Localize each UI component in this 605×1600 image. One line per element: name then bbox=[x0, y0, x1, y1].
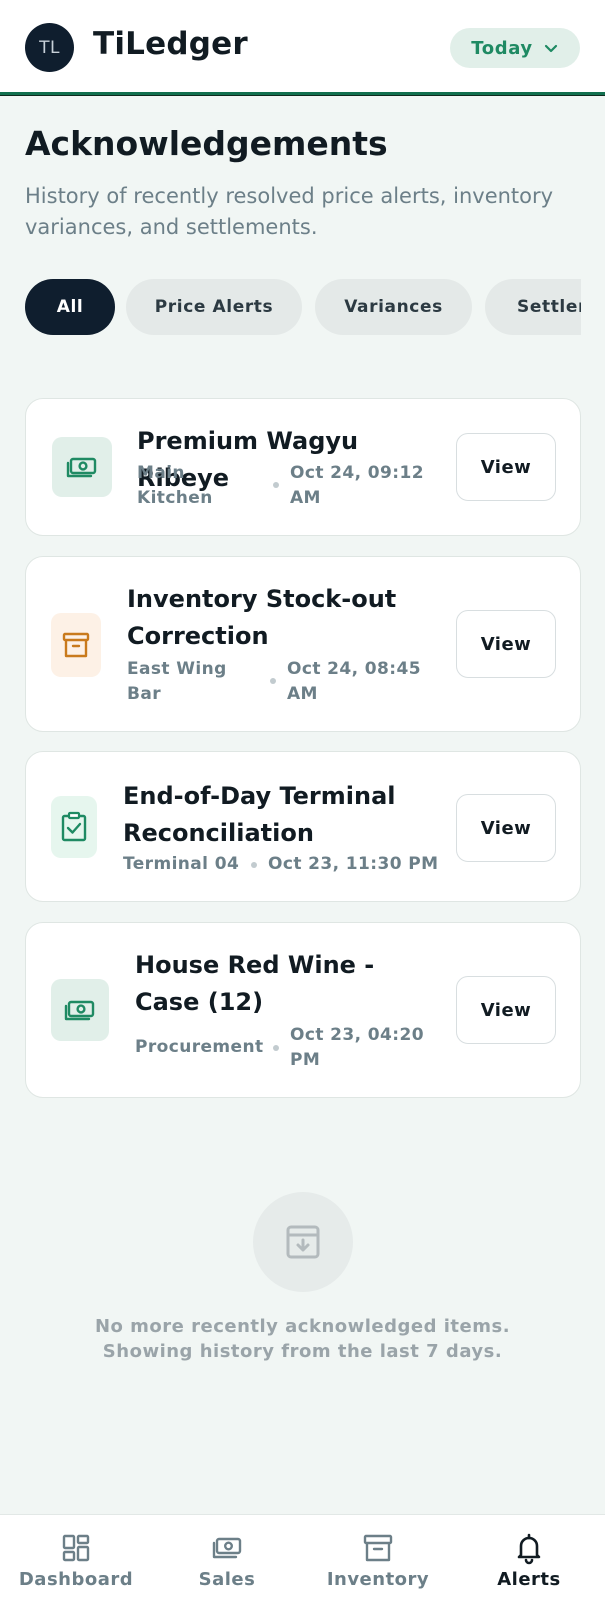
avatar[interactable]: TL bbox=[25, 23, 74, 72]
app-title: TiLedger bbox=[93, 26, 248, 62]
acknowledgement-card: Premium Wagyu Ribeye Main Kitchen Oct 24… bbox=[25, 398, 581, 536]
nav-item-alerts[interactable]: Alerts bbox=[479, 1515, 579, 1600]
nav-item-dashboard[interactable]: Dashboard bbox=[16, 1515, 136, 1600]
app-header: TL TiLedger Today bbox=[0, 0, 605, 96]
separator-dot bbox=[251, 862, 257, 868]
archive-box-icon bbox=[363, 1534, 393, 1562]
item-title: End-of-Day Terminal Reconciliation bbox=[123, 782, 396, 847]
acknowledgement-card: End-of-Day Terminal Reconciliation Termi… bbox=[25, 751, 581, 902]
item-title: Inventory Stock-out Correction bbox=[127, 585, 397, 650]
item-location: East Wing Bar bbox=[127, 659, 227, 704]
page-title: Acknowledgements bbox=[25, 124, 388, 163]
archive-box-icon bbox=[51, 613, 101, 677]
date-filter-dropdown[interactable]: Today bbox=[450, 28, 580, 68]
filter-chip-variances[interactable]: Variances bbox=[315, 279, 472, 335]
item-time: Oct 24, 09:12 AM bbox=[290, 463, 424, 508]
empty-state-line-2: Showing history from the last 7 days. bbox=[102, 1341, 503, 1362]
item-location: Main Kitchen bbox=[137, 463, 213, 508]
money-icon bbox=[212, 1537, 242, 1559]
filter-chips: All Price Alerts Variances Settlements bbox=[25, 279, 581, 335]
clipboard-check-icon bbox=[51, 796, 97, 858]
archive-download-icon bbox=[253, 1192, 353, 1292]
nav-label: Alerts bbox=[497, 1569, 561, 1590]
item-time: Oct 23, 04:20 PM bbox=[290, 1025, 424, 1070]
view-button[interactable]: View bbox=[456, 794, 556, 862]
item-time: Oct 23, 11:30 PM bbox=[268, 854, 439, 874]
item-location: Terminal 04 bbox=[123, 854, 240, 874]
item-location: Procurement bbox=[135, 1037, 264, 1057]
filter-chip-all[interactable]: All bbox=[25, 279, 115, 335]
chevron-down-icon bbox=[544, 44, 557, 53]
view-button[interactable]: View bbox=[456, 433, 556, 501]
separator-dot bbox=[273, 482, 279, 488]
separator-dot bbox=[270, 678, 276, 684]
acknowledgement-card: House Red Wine - Case (12) Procurement O… bbox=[25, 922, 581, 1098]
money-icon bbox=[52, 437, 112, 497]
empty-state-line-1: No more recently acknowledged items. bbox=[94, 1316, 511, 1337]
filter-chip-price-alerts[interactable]: Price Alerts bbox=[126, 279, 302, 335]
item-title: House Red Wine - Case (12) bbox=[135, 951, 375, 1016]
acknowledgement-card: Inventory Stock-out Correction East Wing… bbox=[25, 556, 581, 732]
dashboard-icon bbox=[62, 1534, 90, 1562]
nav-item-sales[interactable]: Sales bbox=[177, 1515, 277, 1600]
bell-icon bbox=[517, 1533, 541, 1565]
separator-dot bbox=[273, 1045, 279, 1051]
page-subtitle: History of recently resolved price alert… bbox=[25, 184, 554, 239]
date-filter-label: Today bbox=[471, 37, 533, 59]
filter-chip-settlements[interactable]: Settlements bbox=[485, 279, 581, 335]
money-icon bbox=[51, 979, 109, 1041]
nav-label: Dashboard bbox=[18, 1569, 134, 1590]
item-time: Oct 24, 08:45 AM bbox=[287, 659, 421, 704]
nav-label: Sales bbox=[198, 1569, 256, 1590]
view-button[interactable]: View bbox=[456, 976, 556, 1044]
bottom-nav: Dashboard Sales Inventory Alerts bbox=[0, 1514, 605, 1600]
view-button[interactable]: View bbox=[456, 610, 556, 678]
nav-item-inventory[interactable]: Inventory bbox=[318, 1515, 438, 1600]
nav-label: Inventory bbox=[326, 1569, 430, 1590]
empty-state-text: No more recently acknowledged items. Sho… bbox=[60, 1314, 545, 1364]
